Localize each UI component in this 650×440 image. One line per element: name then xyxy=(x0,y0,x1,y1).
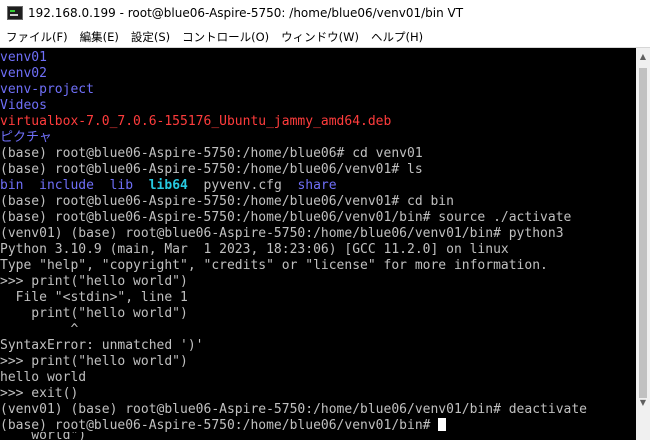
terminal-line: ピクチャ xyxy=(0,130,636,146)
terminal-line: print("hello world") xyxy=(0,306,636,322)
terminal-line: hello world xyxy=(0,370,636,386)
terminal-text: print("hello world") xyxy=(0,306,188,321)
terminal-text: Python 3.10.9 (main, Mar 1 2023, 18:23:0… xyxy=(0,242,509,257)
terminal-line: >>> exit() xyxy=(0,386,636,402)
terminal-line: venv-project xyxy=(0,82,636,98)
terminal-line: >>> print("hello world") xyxy=(0,274,636,290)
terminal-line: virtualbox-7.0_7.0.6-155176_Ubuntu_jammy… xyxy=(0,114,636,130)
terminal-text: venv-project xyxy=(0,82,94,97)
terminal-line: >>> print("hello world") xyxy=(0,354,636,370)
terminal-text: >>> exit() xyxy=(0,386,79,401)
menu-file[interactable]: ファイル(F) xyxy=(0,27,74,47)
menu-help[interactable]: ヘルプ(H) xyxy=(365,27,429,47)
terminal-line: Videos xyxy=(0,98,636,114)
terminal-text: (base) root@blue06-Aspire-5750:/home/blu… xyxy=(0,418,439,433)
terminal-text: venv01 xyxy=(0,50,47,65)
terminal-line: (venv01) (base) root@blue06-Aspire-5750:… xyxy=(0,402,636,418)
terminal-text: (venv01) (base) root@blue06-Aspire-5750:… xyxy=(0,402,587,417)
terminal-text: ピクチャ xyxy=(0,130,52,145)
scroll-down-arrow-icon[interactable]: ▼ xyxy=(636,394,650,410)
vertical-scrollbar[interactable]: ▲ ▼ xyxy=(636,48,650,440)
terminal-line: Type "help", "copyright", "credits" or "… xyxy=(0,258,636,274)
terminal-text: include xyxy=(39,178,94,193)
terminal-text: bin xyxy=(0,178,24,193)
terminal-text: share xyxy=(297,178,337,193)
terminal-window: 192.168.0.199 - root@blue06-Aspire-5750:… xyxy=(0,0,650,440)
menu-edit[interactable]: 編集(E) xyxy=(74,27,125,47)
terminal-text: (base) root@blue06-Aspire-5750:/home/blu… xyxy=(0,194,454,209)
terminal-text: lib64 xyxy=(148,178,188,193)
terminal-line: venv02 xyxy=(0,66,636,82)
terminal-line: (base) root@blue06-Aspire-5750:/home/blu… xyxy=(0,162,636,178)
terminal-output[interactable]: venv01 venv02 venv-project Videos virtualbox… xyxy=(0,48,636,440)
scroll-up-arrow-icon[interactable]: ▲ xyxy=(636,48,650,64)
menu-bar: ファイル(F) 編集(E) 設定(S) コントロール(O) ウィンドウ(W) ヘ… xyxy=(0,26,650,48)
terminal-line: venv01 xyxy=(0,50,636,66)
terminal-line: bin include lib lib64 pyvenv.cfg share xyxy=(0,178,636,194)
terminal-text: ^ xyxy=(0,322,79,337)
terminal-text: (base) root@blue06-Aspire-5750:/home/blu… xyxy=(0,210,572,225)
terminal-text: Type "help", "copyright", "credits" or "… xyxy=(0,258,548,273)
menu-window[interactable]: ウィンドウ(W) xyxy=(275,27,365,47)
terminal-line: (venv01) (base) root@blue06-Aspire-5750:… xyxy=(0,226,636,242)
terminal-line: SyntaxError: unmatched ')' xyxy=(0,338,636,354)
partial-line-text: world") xyxy=(0,432,87,440)
terminal-text: (venv01) (base) root@blue06-Aspire-5750:… xyxy=(0,226,564,241)
menu-control[interactable]: コントロール(O) xyxy=(176,27,275,47)
text-cursor xyxy=(438,418,447,431)
terminal-line: (base) root@blue06-Aspire-5750:/home/blu… xyxy=(0,194,636,210)
menu-settings[interactable]: 設定(S) xyxy=(125,27,176,47)
terminal-text: lib xyxy=(109,178,134,193)
terminal-line: Python 3.10.9 (main, Mar 1 2023, 18:23:0… xyxy=(0,242,636,258)
title-bar[interactable]: 192.168.0.199 - root@blue06-Aspire-5750:… xyxy=(0,0,650,26)
terminal-text: File "<stdin>", line 1 xyxy=(0,290,188,305)
terminal-text: (base) root@blue06-Aspire-5750:/home/blu… xyxy=(0,146,423,161)
terminal-line: ^ xyxy=(0,322,636,338)
terminal-line: File "<stdin>", line 1 xyxy=(0,290,636,306)
terminal-text: pyvenv.cfg xyxy=(187,178,298,193)
scroll-thumb[interactable] xyxy=(639,68,647,398)
terminal-line: (base) root@blue06-Aspire-5750:/home/blu… xyxy=(0,210,636,226)
terminal-partial-line: world") xyxy=(0,432,650,440)
terminal-text: >>> print("hello world") xyxy=(0,274,188,289)
terminal-text: SyntaxError: unmatched ')' xyxy=(0,338,204,353)
terminal-text: virtualbox-7.0_7.0.6-155176_Ubuntu_jammy… xyxy=(0,114,392,129)
terminal-line: (base) root@blue06-Aspire-5750:/home/blu… xyxy=(0,146,636,162)
terminal-text: >>> print("hello world") xyxy=(0,354,188,369)
terminal-text: hello world xyxy=(0,370,87,385)
terminal-text: Videos xyxy=(0,98,47,113)
terminal-text: venv02 xyxy=(0,66,47,81)
terminal-text: (base) root@blue06-Aspire-5750:/home/blu… xyxy=(0,162,423,177)
window-title: 192.168.0.199 - root@blue06-Aspire-5750:… xyxy=(28,6,464,20)
terminal-app-icon xyxy=(7,6,23,20)
